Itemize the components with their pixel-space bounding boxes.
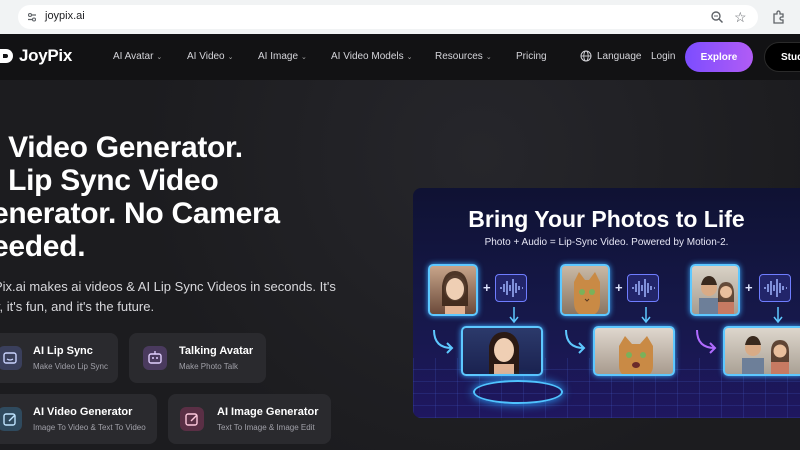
- subtext-line: y, it's fun, and it's the future.: [0, 299, 155, 314]
- nav-pricing[interactable]: Pricing: [516, 51, 547, 62]
- robot-icon: [143, 346, 167, 370]
- woman-video-icon: [489, 332, 519, 374]
- address-bar[interactable]: joypix.ai ☆: [18, 5, 758, 29]
- feature-subtitle: Make Video Lip Sync: [33, 362, 109, 371]
- menu-edge-icon[interactable]: ›: [0, 8, 4, 23]
- banner-subtitle: Photo + Audio = Lip-Sync Video. Powered …: [484, 237, 729, 248]
- nav-label: AI Video: [187, 51, 225, 62]
- plus-icon: +: [745, 280, 753, 295]
- curved-arrow-icon: [565, 329, 586, 354]
- browser-toolbar: › joypix.ai ☆: [0, 0, 800, 34]
- nav-label: Resources: [435, 51, 483, 62]
- hero-section: I Video Generator. I Lip Sync Video ener…: [0, 80, 800, 450]
- feature-title: AI Video Generator: [33, 406, 133, 418]
- photo-cat: [560, 264, 610, 316]
- bookmark-star-icon[interactable]: ☆: [734, 9, 747, 25]
- banner-title: Bring Your Photos to Life: [468, 206, 745, 232]
- feature-title: AI Image Generator: [217, 406, 319, 418]
- language-selector[interactable]: Language: [597, 51, 642, 62]
- lip-sync-icon: [0, 346, 22, 370]
- login-link[interactable]: Login: [651, 51, 675, 62]
- feature-title: Talking Avatar: [179, 345, 254, 357]
- chevron-down-icon: ⌄: [485, 54, 492, 61]
- feature-card-ai-lip-sync[interactable]: AI Lip Sync Make Video Lip Sync: [0, 333, 118, 383]
- audio-wave-icon: [627, 274, 659, 302]
- feature-title: AI Lip Sync: [33, 345, 93, 357]
- hero-subtext: Pix.ai makes ai videos & AI Lip Sync Vid…: [0, 277, 364, 317]
- studio-button[interactable]: Stud: [764, 42, 800, 72]
- nav-ai-image[interactable]: AI Image ⌄: [258, 51, 307, 62]
- curved-arrow-icon: [433, 329, 454, 354]
- woman-portrait-icon: [442, 271, 468, 314]
- feature-card-ai-image-generator[interactable]: AI Image Generator Text To Image & Image…: [168, 394, 331, 444]
- down-arrow-icon: [509, 307, 519, 324]
- feature-subtitle: Text To Image & Image Edit: [217, 423, 315, 432]
- logo-text: JoyPix: [19, 46, 73, 65]
- down-arrow-icon: [773, 307, 783, 324]
- feature-subtitle: Image To Video & Text To Video: [33, 423, 146, 432]
- plus-icon: +: [615, 280, 623, 295]
- feature-card-talking-avatar[interactable]: Talking Avatar Make Photo Talk: [129, 333, 266, 383]
- hero-banner[interactable]: Bring Your Photos to Life Photo + Audio …: [413, 188, 800, 418]
- joypix-logo-icon: [0, 49, 13, 63]
- photo-woman: [428, 264, 478, 316]
- down-arrow-icon: [641, 307, 651, 324]
- feature-card-ai-video-generator[interactable]: AI Video Generator Image To Video & Text…: [0, 394, 157, 444]
- explore-button[interactable]: Explore: [685, 42, 753, 72]
- couple-video-icon: [742, 336, 789, 374]
- cat-video-icon: [619, 336, 653, 374]
- headline-line: I Lip Sync Video: [0, 164, 219, 197]
- site-navbar: JoyPix AI Avatar ⌄ AI Video ⌄ AI Image ⌄ AI…: [0, 34, 800, 80]
- video-cat: [593, 326, 675, 376]
- hero-headline: I Video Generator. I Lip Sync Video ener…: [0, 131, 352, 263]
- curved-arrow-icon: [696, 329, 717, 354]
- video-couple: [723, 326, 800, 376]
- nav-ai-video-models[interactable]: AI Video Models ⌄: [331, 51, 413, 62]
- globe-icon: [580, 50, 592, 62]
- feature-subtitle: Make Photo Talk: [179, 362, 238, 371]
- chevron-down-icon: ⌄: [301, 54, 307, 61]
- headline-line: eeded.: [0, 230, 86, 263]
- image-edit-icon: [180, 407, 204, 431]
- nav-label: AI Video Models: [331, 51, 404, 62]
- nav-ai-video[interactable]: AI Video ⌄: [187, 51, 234, 62]
- nav-resources[interactable]: Resources ⌄: [435, 51, 492, 62]
- zoom-icon[interactable]: [710, 10, 724, 24]
- extensions-icon[interactable]: [771, 9, 787, 25]
- couple-portrait-icon: [699, 276, 734, 314]
- subtext-line: Pix.ai makes ai videos & AI Lip Sync Vid…: [0, 279, 336, 294]
- video-edit-icon: [0, 407, 22, 431]
- plus-icon: +: [483, 280, 491, 295]
- audio-wave-icon: [759, 274, 791, 302]
- chevron-down-icon: ⌄: [227, 54, 234, 61]
- nav-label: Pricing: [516, 51, 547, 62]
- hologram-portal: [473, 380, 563, 404]
- nav-label: AI Image: [258, 51, 299, 62]
- site-logo[interactable]: JoyPix: [0, 45, 72, 67]
- site-info-icon[interactable]: [24, 9, 40, 25]
- chevron-down-icon: ⌄: [406, 54, 413, 61]
- headline-line: I Video Generator.: [0, 131, 243, 164]
- nav-ai-avatar[interactable]: AI Avatar ⌄: [113, 51, 162, 62]
- photo-couple: [690, 264, 740, 316]
- cat-portrait-icon: [574, 272, 600, 314]
- nav-label: AI Avatar: [113, 51, 154, 62]
- chevron-down-icon: ⌄: [156, 54, 163, 61]
- audio-wave-icon: [495, 274, 527, 302]
- video-woman: [461, 326, 543, 376]
- headline-line: enerator. No Camera: [0, 197, 280, 230]
- url-text[interactable]: joypix.ai: [45, 10, 85, 22]
